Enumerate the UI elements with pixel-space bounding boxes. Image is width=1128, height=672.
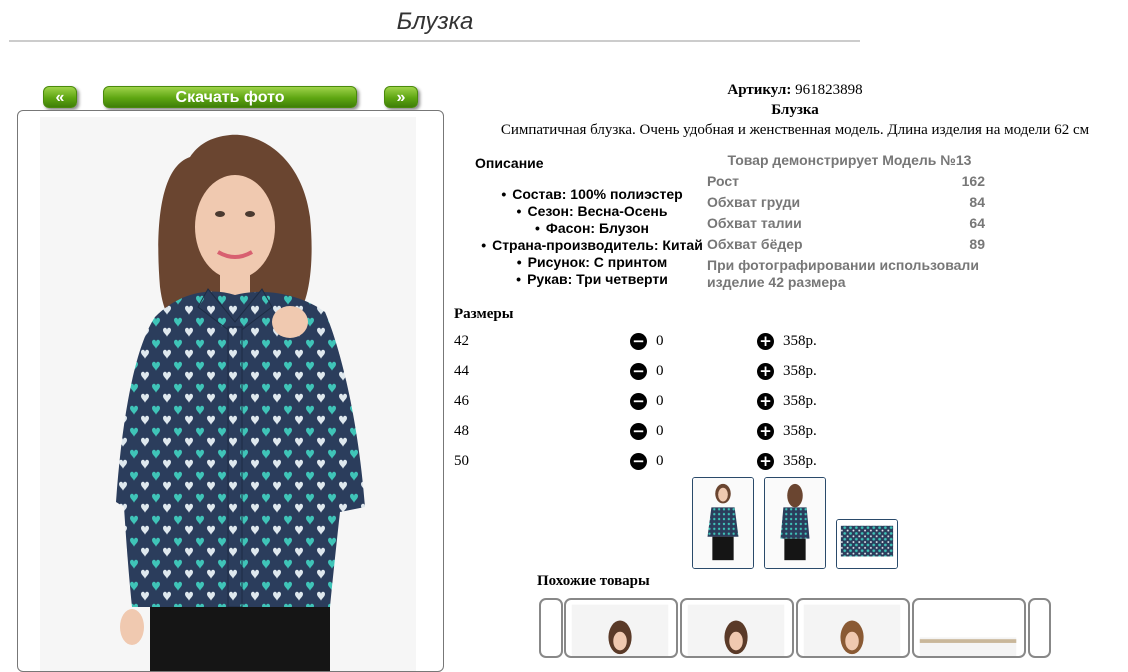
article-number: 961823898 (795, 82, 863, 98)
size-row: 44 − 0 + 358р. (454, 363, 854, 383)
model-row: Обхват бёдер 89 (707, 234, 985, 255)
size-price: 358р. (783, 393, 817, 409)
sizes-heading: Размеры (454, 306, 514, 322)
model-row-label: Обхват груди (707, 194, 801, 210)
next-photo-button[interactable]: » (384, 86, 418, 108)
decrease-quantity-button[interactable]: − (630, 423, 647, 440)
similar-product-image (919, 637, 1017, 656)
increase-quantity-button[interactable]: + (757, 363, 774, 380)
main-photo-frame (17, 110, 444, 672)
size-label: 50 (454, 453, 469, 469)
model-row-value: 89 (969, 236, 985, 252)
quantity-value: 0 (656, 333, 664, 349)
similar-product-card[interactable] (564, 598, 678, 658)
product-short-description: Симпатичная блузка. Очень удобная и женс… (500, 122, 1090, 138)
size-row: 50 − 0 + 358р. (454, 453, 854, 473)
thumbnail-back-image (765, 478, 825, 568)
model-row-value: 64 (969, 215, 985, 231)
page-title: Блузка (396, 8, 474, 35)
model-row-label: Рост (707, 173, 739, 189)
description-heading: Описание (475, 155, 544, 171)
decrease-quantity-button[interactable]: − (630, 453, 647, 470)
title-divider (9, 40, 860, 42)
property-item: Рукав: Три четверти (472, 271, 712, 288)
model-row-value: 84 (969, 194, 985, 210)
similar-product-image (803, 604, 901, 656)
quantity-value: 0 (656, 453, 664, 469)
property-item: Сезон: Весна-Осень (472, 203, 712, 220)
description-properties-list: Состав: 100% полиэстер Сезон: Весна-Осен… (472, 186, 712, 288)
size-price: 358р. (783, 453, 817, 469)
size-row: 46 − 0 + 358р. (454, 393, 854, 413)
model-row: Рост 162 (707, 171, 985, 192)
model-wearing-blouse-image (40, 117, 416, 671)
model-row-value: 162 (961, 173, 985, 189)
model-row: Обхват груди 84 (707, 192, 985, 213)
model-row: Обхват талии 64 (707, 213, 985, 234)
decrease-quantity-button[interactable]: − (630, 363, 647, 380)
product-name: Блузка (771, 102, 819, 118)
similar-scroll-right-button[interactable] (1028, 598, 1051, 658)
similar-product-image (687, 604, 785, 656)
quantity-value: 0 (656, 423, 664, 439)
model-row-label: Обхват талии (707, 215, 802, 231)
property-item: Рисунок: С принтом (472, 254, 712, 271)
similar-scroll-left-button[interactable] (539, 598, 563, 658)
size-label: 44 (454, 363, 469, 379)
quantity-value: 0 (656, 393, 664, 409)
article-label: Артикул: (727, 82, 792, 98)
similar-products-heading: Похожие товары (537, 573, 650, 589)
increase-quantity-button[interactable]: + (757, 423, 774, 440)
similar-product-card[interactable] (680, 598, 794, 658)
thumbnail-front-image (693, 478, 753, 568)
photo-thumbnail-back[interactable] (764, 477, 826, 569)
decrease-quantity-button[interactable]: − (630, 333, 647, 350)
model-row-label: Обхват бёдер (707, 236, 803, 252)
photo-thumbnail-front[interactable] (692, 477, 754, 569)
quantity-value: 0 (656, 363, 664, 379)
model-title: Товар демонстрирует Модель №13 (727, 152, 972, 168)
size-price: 358р. (783, 363, 817, 379)
property-item: Фасон: Блузон (472, 220, 712, 237)
size-price: 358р. (783, 333, 817, 349)
similar-product-card[interactable] (912, 598, 1026, 658)
increase-quantity-button[interactable]: + (757, 393, 774, 410)
size-row: 42 − 0 + 358р. (454, 333, 854, 353)
model-note: При фотографировании использовали издели… (707, 257, 979, 290)
article-line: Артикул: 961823898 (460, 82, 1128, 99)
increase-quantity-button[interactable]: + (757, 333, 774, 350)
thumbnail-fabric-image (837, 520, 897, 568)
size-price: 358р. (783, 423, 817, 439)
main-product-photo[interactable] (40, 117, 416, 671)
size-label: 42 (454, 333, 469, 349)
photo-thumbnail-fabric[interactable] (836, 519, 898, 569)
decrease-quantity-button[interactable]: − (630, 393, 647, 410)
download-photo-button[interactable]: Скачать фото (103, 86, 357, 108)
size-label: 48 (454, 423, 469, 439)
similar-product-image (571, 604, 669, 656)
property-item: Страна-производитель: Китай (472, 237, 712, 254)
size-label: 46 (454, 393, 469, 409)
similar-product-card[interactable] (796, 598, 910, 658)
size-row: 48 − 0 + 358р. (454, 423, 854, 443)
increase-quantity-button[interactable]: + (757, 453, 774, 470)
model-info-panel: Товар демонстрирует Модель №13 Рост 162 О… (707, 150, 992, 291)
previous-photo-button[interactable]: « (43, 86, 77, 108)
property-item: Состав: 100% полиэстер (472, 186, 712, 203)
